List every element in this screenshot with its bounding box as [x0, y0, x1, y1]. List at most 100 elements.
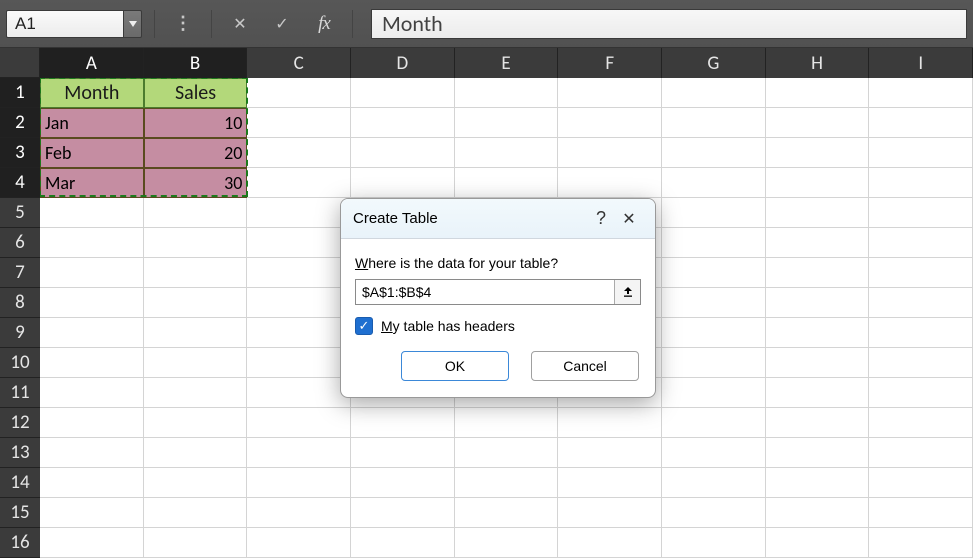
cell[interactable]: 20	[144, 138, 248, 168]
cell[interactable]	[869, 168, 973, 198]
cell[interactable]	[869, 288, 973, 318]
cell[interactable]	[247, 408, 351, 438]
cell[interactable]	[247, 168, 351, 198]
cell[interactable]	[662, 498, 766, 528]
name-box-group[interactable]: A1	[6, 10, 142, 38]
cell[interactable]	[247, 348, 351, 378]
cell[interactable]: 30	[144, 168, 248, 198]
row-header[interactable]: 9	[0, 318, 40, 348]
cell[interactable]	[144, 228, 248, 258]
cell[interactable]	[766, 378, 870, 408]
cell[interactable]	[766, 408, 870, 438]
cell[interactable]	[144, 468, 248, 498]
column-header[interactable]: G	[662, 48, 766, 78]
name-box[interactable]: A1	[6, 10, 124, 38]
cell[interactable]	[144, 438, 248, 468]
cell[interactable]	[662, 348, 766, 378]
cell[interactable]	[455, 528, 559, 558]
cell[interactable]: Jan	[40, 108, 144, 138]
cancel-button[interactable]: Cancel	[531, 351, 639, 381]
cell[interactable]: Mar	[40, 168, 144, 198]
row-header[interactable]: 6	[0, 228, 40, 258]
headers-checkbox-row[interactable]: ✓ My table has headers	[355, 317, 641, 335]
cell[interactable]	[662, 378, 766, 408]
cell[interactable]	[40, 258, 144, 288]
cell[interactable]	[247, 318, 351, 348]
row-header[interactable]: 13	[0, 438, 40, 468]
cell[interactable]	[869, 78, 973, 108]
cell[interactable]	[144, 198, 248, 228]
cell[interactable]: Month	[40, 78, 144, 108]
cell[interactable]	[766, 168, 870, 198]
cell[interactable]	[247, 198, 351, 228]
cell[interactable]: 10	[144, 108, 248, 138]
cell[interactable]	[558, 138, 662, 168]
cell[interactable]	[40, 348, 144, 378]
column-header[interactable]: B	[144, 48, 248, 78]
cell[interactable]	[558, 108, 662, 138]
cell[interactable]	[351, 168, 455, 198]
cell[interactable]	[455, 498, 559, 528]
cell[interactable]	[247, 78, 351, 108]
cell[interactable]	[558, 468, 662, 498]
cell[interactable]	[662, 318, 766, 348]
cell[interactable]	[558, 408, 662, 438]
row-header[interactable]: 5	[0, 198, 40, 228]
cell[interactable]	[351, 468, 455, 498]
row-header[interactable]: 15	[0, 498, 40, 528]
confirm-formula-icon[interactable]: ✓	[266, 10, 298, 38]
cell[interactable]	[40, 438, 144, 468]
ok-button[interactable]: OK	[401, 351, 509, 381]
cell[interactable]	[351, 528, 455, 558]
column-header[interactable]: H	[766, 48, 870, 78]
cell[interactable]: Feb	[40, 138, 144, 168]
insert-function-icon[interactable]: fx	[308, 10, 340, 38]
cell[interactable]	[144, 498, 248, 528]
cell[interactable]	[351, 138, 455, 168]
row-header[interactable]: 10	[0, 348, 40, 378]
cell[interactable]	[662, 528, 766, 558]
cell[interactable]	[247, 108, 351, 138]
help-icon[interactable]: ?	[587, 208, 615, 229]
cell[interactable]	[351, 408, 455, 438]
cell[interactable]	[869, 498, 973, 528]
cell[interactable]	[558, 438, 662, 468]
cell[interactable]	[662, 78, 766, 108]
dialog-titlebar[interactable]: Create Table ? ✕	[341, 199, 655, 239]
cell[interactable]	[144, 528, 248, 558]
row-header[interactable]: 3	[0, 138, 40, 168]
headers-checkbox[interactable]: ✓	[355, 317, 373, 335]
row-header[interactable]: 11	[0, 378, 40, 408]
cell[interactable]	[40, 408, 144, 438]
cell[interactable]	[455, 78, 559, 108]
cell[interactable]	[766, 138, 870, 168]
cell[interactable]	[766, 318, 870, 348]
cell[interactable]	[766, 258, 870, 288]
row-header[interactable]: 12	[0, 408, 40, 438]
cell[interactable]	[662, 198, 766, 228]
cell[interactable]	[351, 438, 455, 468]
cell[interactable]	[558, 528, 662, 558]
cell[interactable]	[40, 378, 144, 408]
cell[interactable]	[662, 258, 766, 288]
row-header[interactable]: 2	[0, 108, 40, 138]
cell[interactable]	[869, 528, 973, 558]
cell[interactable]	[869, 378, 973, 408]
cell[interactable]	[662, 138, 766, 168]
cell[interactable]	[766, 228, 870, 258]
column-header[interactable]: F	[558, 48, 662, 78]
cell[interactable]	[869, 348, 973, 378]
cell[interactable]	[869, 108, 973, 138]
cell[interactable]	[247, 438, 351, 468]
cell[interactable]	[662, 168, 766, 198]
cell[interactable]	[869, 198, 973, 228]
cell[interactable]	[869, 228, 973, 258]
cell[interactable]	[144, 318, 248, 348]
cell[interactable]	[144, 348, 248, 378]
cell[interactable]	[869, 318, 973, 348]
cell[interactable]	[247, 258, 351, 288]
cell[interactable]	[247, 378, 351, 408]
cell[interactable]	[40, 228, 144, 258]
column-header[interactable]: E	[455, 48, 559, 78]
row-header[interactable]: 4	[0, 168, 40, 198]
